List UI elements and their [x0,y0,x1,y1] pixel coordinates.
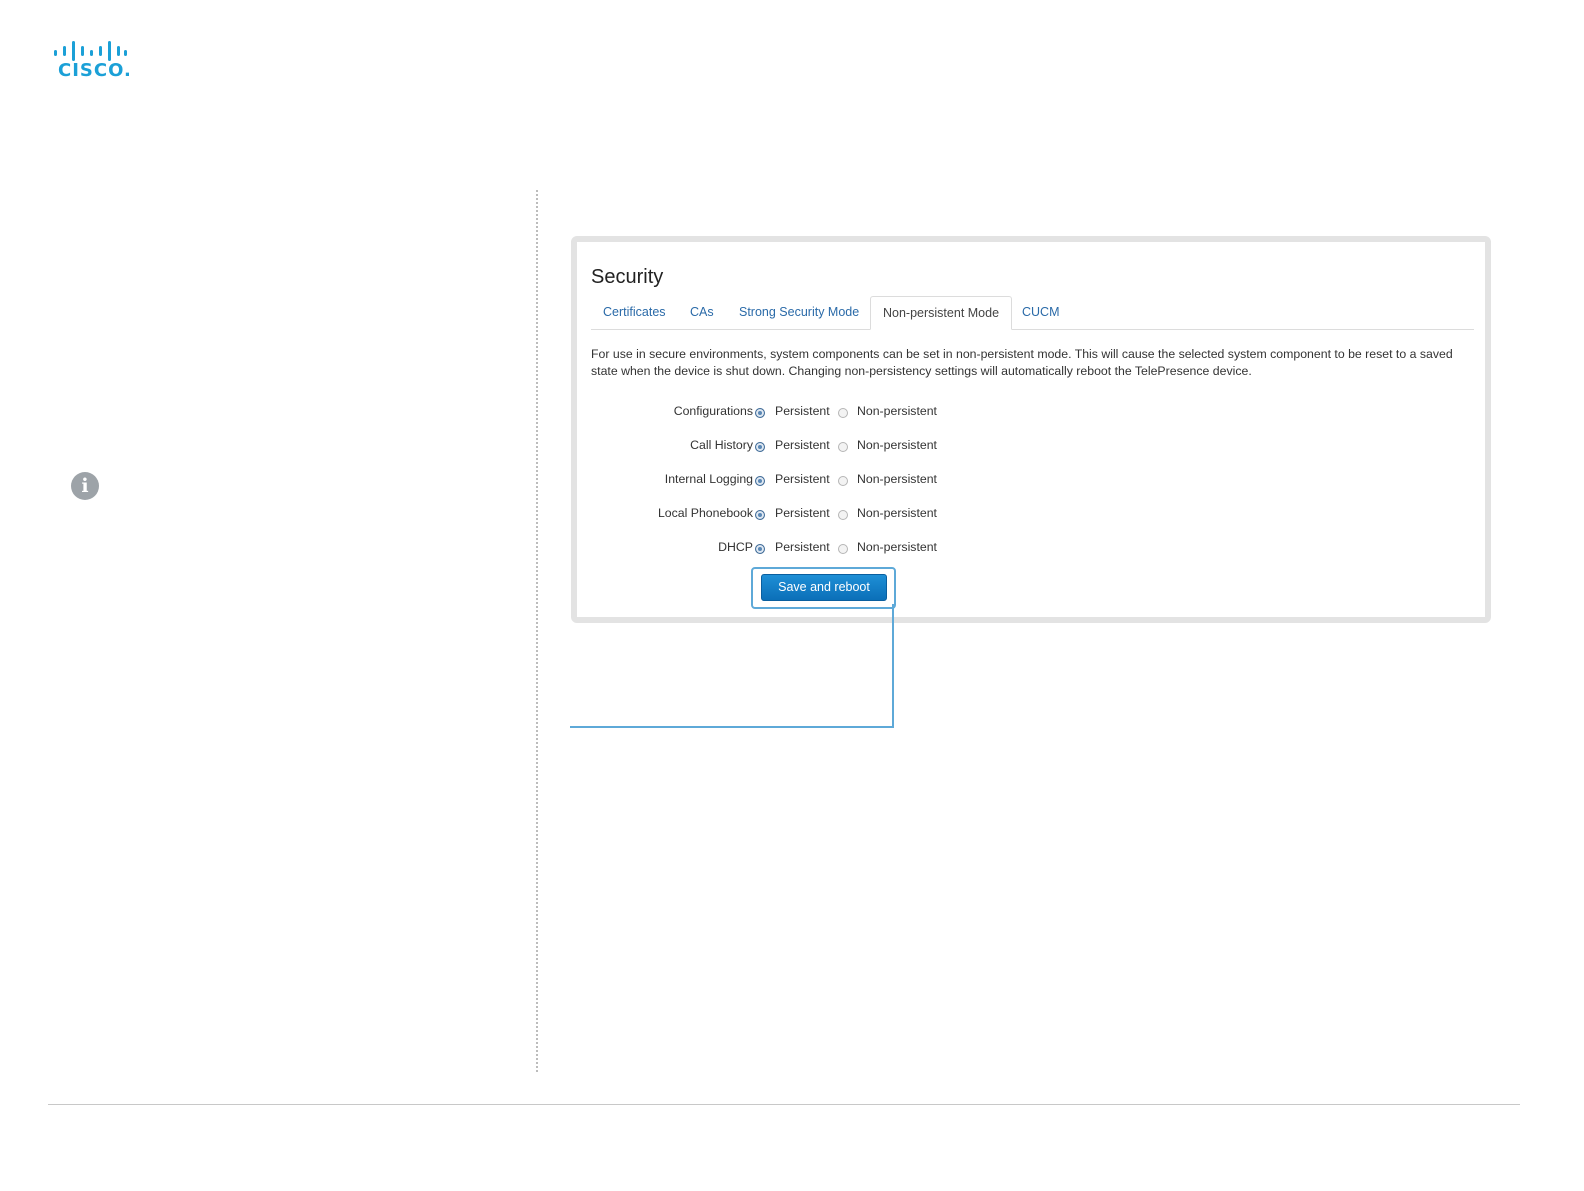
option-label: Persistent [775,438,830,452]
footer-divider [48,1104,1520,1105]
tab-non-persistent-mode[interactable]: Non-persistent Mode [870,296,1013,330]
cisco-wordmark: CISCO. [58,60,132,81]
radio-non-persistent[interactable] [838,544,848,554]
setting-row-configurations: Configurations Persistent Non-persistent [591,402,1091,422]
radio-non-persistent[interactable] [838,442,848,452]
radio-persistent[interactable] [755,510,765,520]
security-panel: Security Certificates CAs Strong Securit… [571,236,1491,623]
tab-bar: Certificates CAs Strong Security Mode No… [591,296,1474,330]
setting-label: Call History [690,438,753,452]
setting-row-dhcp: DHCP Persistent Non-persistent [591,538,1091,558]
radio-non-persistent[interactable] [838,408,848,418]
info-icon: i [71,472,99,500]
option-label: Non-persistent [857,506,937,520]
setting-row-local-phonebook: Local Phonebook Persistent Non-persisten… [591,504,1091,524]
description-text: For use in secure environments, system c… [591,347,1453,378]
option-label: Non-persistent [857,472,937,486]
tab-certificates[interactable]: Certificates [591,296,678,328]
option-label: Persistent [775,404,830,418]
setting-label: Internal Logging [664,472,753,486]
radio-non-persistent[interactable] [838,510,848,520]
setting-row-call-history: Call History Persistent Non-persistent [591,436,1091,456]
save-and-reboot-button[interactable]: Save and reboot [761,574,887,601]
option-label: Non-persistent [857,438,937,452]
setting-label: DHCP [718,540,753,554]
tab-strong-security-mode[interactable]: Strong Security Mode [727,296,871,328]
setting-label: Configurations [673,404,753,418]
page-title: Security [591,266,664,288]
radio-persistent[interactable] [755,442,765,452]
callout-line-vertical [892,604,894,728]
option-label: Non-persistent [857,540,937,554]
option-label: Persistent [775,506,830,520]
setting-label: Local Phonebook [657,506,753,520]
callout-line-horizontal [570,726,894,728]
cisco-bars-icon [54,41,127,61]
radio-persistent[interactable] [755,544,765,554]
option-label: Persistent [775,472,830,486]
radio-persistent[interactable] [755,408,765,418]
setting-row-internal-logging: Internal Logging Persistent Non-persiste… [591,470,1091,490]
tab-cucm[interactable]: CUCM [1010,296,1072,328]
option-label: Persistent [775,540,830,554]
tab-cas[interactable]: CAs [678,296,726,328]
option-label: Non-persistent [857,404,937,418]
column-divider [536,190,538,1072]
cisco-logo: CISCO. [52,40,131,82]
radio-non-persistent[interactable] [838,476,848,486]
radio-persistent[interactable] [755,476,765,486]
